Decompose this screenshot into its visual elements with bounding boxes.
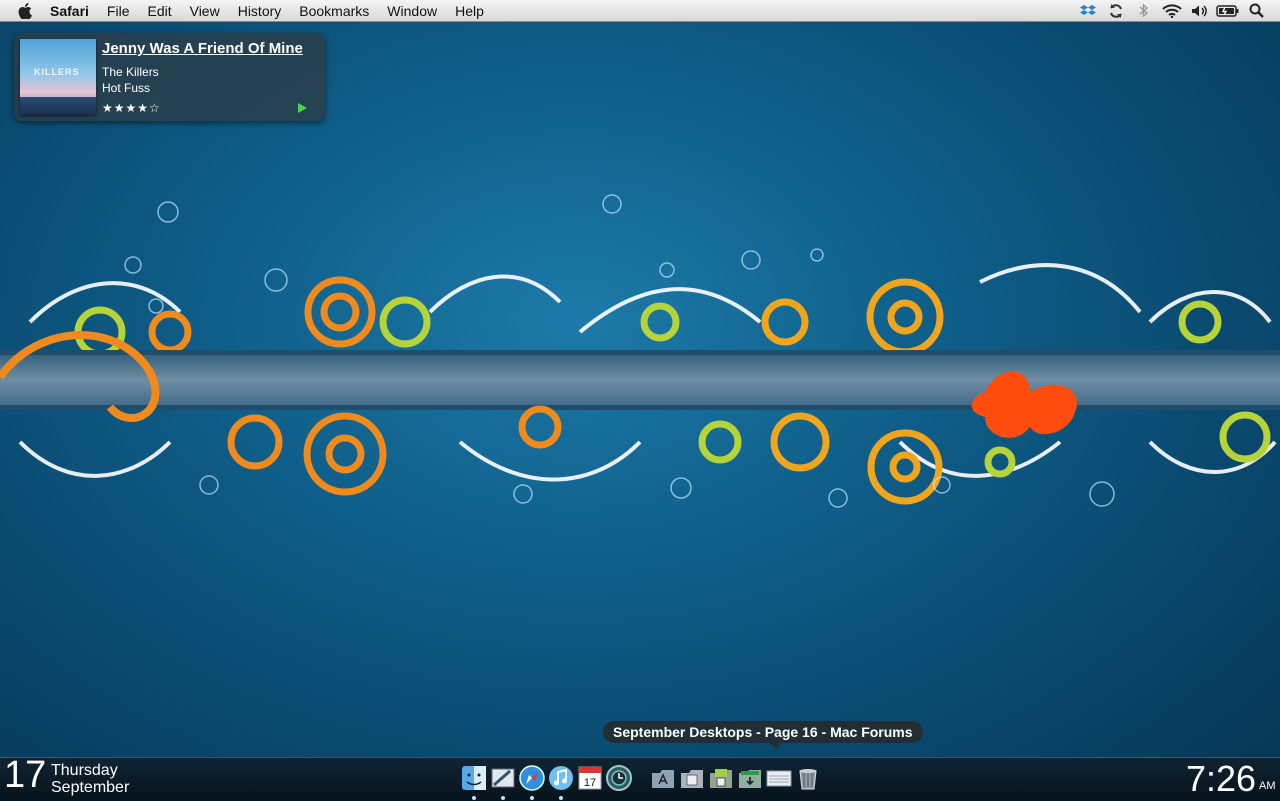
- menu-file[interactable]: File: [98, 0, 139, 22]
- dock-separator: [634, 764, 648, 796]
- dropbox-icon[interactable]: [1074, 0, 1102, 22]
- album-cover: KILLERS: [20, 39, 96, 115]
- spotlight-icon[interactable]: [1242, 0, 1270, 22]
- itunes-icon[interactable]: [547, 764, 575, 800]
- menu-history[interactable]: History: [229, 0, 291, 22]
- ical-date: 17: [584, 777, 596, 789]
- finder-icon[interactable]: [460, 764, 488, 800]
- bluetooth-icon[interactable]: [1130, 0, 1158, 22]
- menu-edit[interactable]: Edit: [138, 0, 180, 22]
- tooltip-tail: [770, 743, 782, 749]
- menu-extras: [1074, 0, 1280, 22]
- app-menu-safari[interactable]: Safari: [36, 0, 98, 22]
- album-cover-text: KILLERS: [34, 67, 80, 77]
- menu-bookmarks[interactable]: Bookmarks: [290, 0, 378, 22]
- now-playing-widget[interactable]: KILLERS Jenny Was A Friend Of Mine The K…: [14, 33, 325, 121]
- stack-folder-icon[interactable]: [707, 764, 735, 792]
- dock: 17: [460, 764, 822, 800]
- menu-bar: Safari File Edit View History Bookmarks …: [0, 0, 1280, 22]
- menu-view[interactable]: View: [181, 0, 229, 22]
- track-title[interactable]: Jenny Was A Friend Of Mine: [102, 40, 303, 57]
- date-day-number: 17: [4, 754, 47, 796]
- desktop-wallpaper: [0, 194, 1280, 508]
- mailbox-icon[interactable]: [765, 764, 793, 792]
- clock-ampm: AM: [1259, 780, 1276, 792]
- running-indicator: [530, 796, 534, 800]
- track-artist: The Killers: [102, 65, 159, 79]
- apple-menu-icon[interactable]: [14, 0, 36, 22]
- running-indicator: [559, 796, 563, 800]
- sync-icon[interactable]: [1102, 0, 1130, 22]
- clock-time: 7:26: [1186, 758, 1257, 799]
- trash-icon[interactable]: [794, 764, 822, 792]
- dock-tooltip: September Desktops - Page 16 - Mac Forum…: [603, 721, 923, 743]
- dock-bar: 17 Thursday September 17 7:26 AM: [0, 754, 1280, 801]
- time-machine-icon[interactable]: [605, 764, 633, 792]
- menu-help[interactable]: Help: [446, 0, 493, 22]
- wifi-icon[interactable]: [1158, 0, 1186, 22]
- running-indicator: [501, 796, 505, 800]
- date-weekday: Thursday: [51, 762, 118, 779]
- date-month: September: [51, 779, 130, 796]
- album-cover-skyline: [20, 97, 96, 115]
- track-album: Hot Fuss: [102, 81, 151, 95]
- mail-icon[interactable]: [489, 764, 517, 800]
- documents-folder-icon[interactable]: [678, 764, 706, 792]
- applications-folder-icon[interactable]: [649, 764, 677, 792]
- volume-icon[interactable]: [1186, 0, 1214, 22]
- battery-icon[interactable]: [1214, 0, 1242, 22]
- safari-icon[interactable]: [518, 764, 546, 800]
- menu-window[interactable]: Window: [378, 0, 446, 22]
- play-icon[interactable]: [298, 103, 307, 113]
- track-rating[interactable]: ★★★★☆: [102, 101, 161, 115]
- running-indicator: [472, 796, 476, 800]
- ical-icon[interactable]: 17: [576, 764, 604, 792]
- downloads-folder-icon[interactable]: [736, 764, 764, 792]
